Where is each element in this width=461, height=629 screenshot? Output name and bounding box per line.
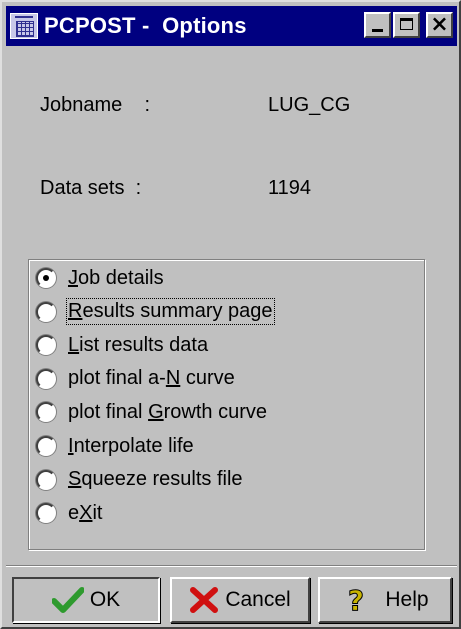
radio-option-label: Job details <box>68 266 164 289</box>
radio-option-label: plot final Growth curve <box>68 400 267 423</box>
close-button[interactable]: × <box>426 12 453 38</box>
jobname-value: LUG_CG <box>268 94 351 116</box>
minimize-button[interactable] <box>364 12 391 38</box>
svg-text:?: ? <box>348 585 364 615</box>
radio-option[interactable]: Squeeze results file <box>36 466 243 494</box>
cancel-button[interactable]: Cancel <box>170 577 310 623</box>
close-icon: × <box>430 12 449 37</box>
help-label: Help <box>385 588 429 611</box>
radio-option-label: Results summary page <box>66 298 275 326</box>
radio-button[interactable] <box>36 436 56 456</box>
radio-option-label: plot final a-N curve <box>68 367 235 390</box>
checkmark-icon <box>51 587 84 613</box>
footer-divider <box>6 565 457 567</box>
jobname-label: Jobname : <box>40 94 151 116</box>
radio-button[interactable] <box>36 301 56 322</box>
title-bar[interactable]: PCPOST - Options × <box>6 6 457 46</box>
ok-label: OK <box>89 588 121 611</box>
window-title: PCPOST - Options <box>44 13 247 38</box>
datasets-value: 1194 <box>268 177 312 199</box>
radio-button[interactable] <box>36 469 56 490</box>
radio-option-label: Interpolate life <box>68 434 194 457</box>
radio-button[interactable] <box>36 368 56 389</box>
radio-option[interactable]: eXit <box>36 499 102 527</box>
ok-button[interactable]: OK <box>12 577 160 623</box>
radio-option-label: eXit <box>68 501 103 524</box>
radio-button[interactable] <box>36 402 56 423</box>
question-mark-icon: ? <box>348 585 365 615</box>
radio-button[interactable] <box>36 335 56 356</box>
radio-option[interactable]: Results summary page <box>36 298 275 326</box>
help-button[interactable]: ? Help <box>318 577 452 623</box>
radio-option[interactable]: List results data <box>36 331 208 359</box>
app-icon[interactable] <box>10 13 38 39</box>
maximize-icon <box>400 18 413 30</box>
options-dialog: PCPOST - Options × Jobname : LUG_CG Data… <box>0 0 461 629</box>
radio-option-label: Squeeze results file <box>68 468 243 491</box>
cross-icon <box>190 587 219 613</box>
radio-option-label: List results data <box>68 333 209 356</box>
radio-button[interactable] <box>36 503 56 524</box>
radio-button[interactable] <box>36 268 56 288</box>
radio-option[interactable]: Job details <box>36 264 164 292</box>
minimize-icon <box>372 29 383 32</box>
radio-option[interactable]: Interpolate life <box>36 432 194 460</box>
maximize-button[interactable] <box>393 12 420 38</box>
radio-option[interactable]: plot final Growth curve <box>36 398 267 426</box>
radio-option[interactable]: plot final a-N curve <box>36 365 235 393</box>
datasets-label: Data sets : <box>40 177 142 199</box>
cancel-label: Cancel <box>225 588 291 611</box>
